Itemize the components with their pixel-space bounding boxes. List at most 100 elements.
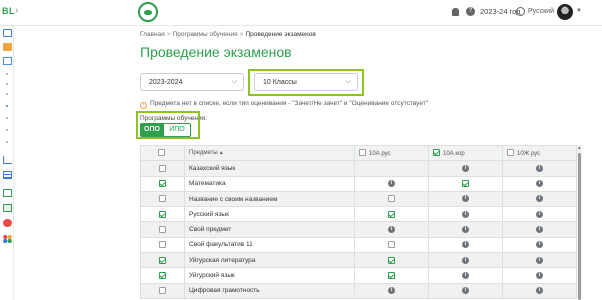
info-icon[interactable]: i (388, 287, 395, 295)
class-select[interactable]: 10 Классы ⌵ (254, 73, 358, 91)
app-logo[interactable] (138, 2, 158, 22)
monitor-icon[interactable] (3, 29, 12, 37)
row-select-checkbox[interactable] (159, 271, 166, 279)
row-select-cell (140, 160, 185, 177)
user-avatar[interactable] (557, 4, 573, 20)
table-scrollbar-thumb[interactable] (578, 153, 581, 300)
collapse-sidebar-icon[interactable]: › (15, 5, 18, 16)
row-select-checkbox[interactable] (159, 180, 166, 188)
breadcrumb-home[interactable]: Главная (140, 31, 165, 38)
info-icon[interactable]: i (536, 241, 543, 249)
exam-checkbox[interactable] (388, 271, 395, 279)
exam-cell: i (354, 221, 429, 238)
class-select-value: 10 Классы (263, 79, 297, 86)
apps-icon[interactable] (3, 235, 12, 243)
sidebar-dot[interactable] (6, 129, 8, 131)
info-icon[interactable]: i (536, 180, 543, 188)
exam-cell: i (502, 282, 577, 299)
row-select-cell (140, 236, 185, 254)
chart-icon[interactable] (3, 156, 12, 164)
help-circle-icon[interactable]: ? (466, 7, 475, 16)
info-icon[interactable]: i (536, 195, 543, 203)
row-select-checkbox[interactable] (159, 256, 166, 264)
subjects-header[interactable]: Предметы▲ (184, 144, 355, 162)
chevron-down-icon[interactable]: ▼ (576, 8, 582, 14)
program-label: Программы обучения: (140, 115, 207, 122)
exam-cell (428, 175, 503, 192)
exam-cell: i (428, 190, 503, 208)
info-icon[interactable]: i (388, 226, 395, 234)
table-row: Свой предмет i i i (140, 221, 577, 238)
info-icon[interactable]: i (462, 164, 469, 172)
brand-logo[interactable]: BL (2, 6, 15, 16)
program-option-ipo[interactable]: ИПО (163, 123, 191, 137)
row-select-checkbox[interactable] (159, 287, 166, 295)
exam-checkbox[interactable] (388, 195, 395, 203)
sidebar (0, 26, 14, 300)
year-select[interactable]: 2023-2024 ⌵ (140, 73, 244, 91)
exam-cell: i (502, 236, 577, 254)
info-icon[interactable]: i (536, 226, 543, 234)
info-icon[interactable]: i (388, 180, 395, 188)
computer-icon[interactable] (3, 57, 12, 65)
info-icon[interactable]: i (462, 287, 469, 295)
language-selector[interactable]: Русский (528, 8, 554, 15)
info-icon[interactable]: i (536, 271, 543, 279)
breadcrumb-programs[interactable]: Программы обучения (173, 31, 238, 38)
sidebar-dot[interactable] (6, 141, 8, 143)
row-select-checkbox[interactable] (159, 195, 166, 203)
sidebar-dot[interactable] (6, 117, 8, 119)
info-icon[interactable]: i (462, 241, 469, 249)
exam-checkbox[interactable] (388, 210, 395, 218)
exam-cell: i (502, 160, 577, 177)
table-row: Уйгурский язык i i (140, 267, 577, 284)
select-all-checkbox[interactable] (157, 149, 165, 157)
exam-checkbox[interactable] (388, 241, 395, 249)
info-icon[interactable]: i (462, 256, 469, 264)
info-icon[interactable]: i (536, 164, 543, 172)
exam-checkbox[interactable] (388, 256, 395, 264)
sidebar-dot-active[interactable] (6, 105, 8, 107)
class-header-checkbox[interactable] (507, 149, 514, 157)
table-header-row: Предметы▲ 10А рус 10А кор 10Ж рус (140, 144, 577, 162)
info-icon[interactable]: i (536, 256, 543, 264)
scroll-up-icon[interactable]: ▲ (577, 145, 582, 151)
info-icon[interactable]: i (536, 210, 543, 218)
card-icon[interactable] (3, 189, 12, 197)
bell-icon[interactable] (452, 8, 459, 16)
info-icon[interactable]: i (462, 195, 469, 203)
table-icon[interactable] (3, 171, 12, 179)
row-select-checkbox[interactable] (159, 241, 166, 249)
exam-cell: i (428, 282, 503, 299)
page-title: Проведение экзаменов (140, 44, 292, 60)
class-header: 10А рус (354, 144, 429, 162)
class-header-checkbox[interactable] (433, 149, 440, 157)
exam-checkbox[interactable] (462, 180, 469, 188)
exam-cell (354, 267, 429, 284)
info-note: ! Предмета нет в списке, если тип оценива… (140, 100, 428, 109)
row-select-checkbox[interactable] (159, 164, 166, 172)
folder-icon[interactable] (3, 43, 12, 51)
exam-cell: i (354, 175, 429, 192)
sidebar-dot[interactable] (6, 83, 8, 85)
info-icon[interactable]: i (536, 287, 543, 295)
breadcrumb-separator: > (166, 31, 171, 38)
info-icon[interactable]: i (462, 271, 469, 279)
info-note-text: Предмета нет в списке, если тип оцениван… (150, 100, 429, 107)
breadcrumb-separator: > (239, 31, 244, 38)
row-select-checkbox[interactable] (159, 226, 166, 234)
table-row: Цифровая грамотность i i i (140, 282, 577, 299)
sidebar-dot[interactable] (6, 73, 8, 75)
help-icon[interactable] (3, 219, 12, 227)
info-icon[interactable]: i (462, 210, 469, 218)
sidebar-dot[interactable] (6, 93, 8, 95)
program-option-opo[interactable]: ОПО (140, 123, 164, 137)
row-select-cell (140, 206, 185, 223)
globe-icon[interactable] (516, 7, 525, 16)
info-icon[interactable]: i (462, 226, 469, 234)
academic-year-selector[interactable]: 2023-24 год (480, 7, 521, 16)
subject-name: Казахский язык (184, 160, 355, 177)
id-card-icon[interactable] (3, 204, 12, 212)
row-select-checkbox[interactable] (159, 210, 166, 218)
class-header-checkbox[interactable] (359, 149, 366, 157)
